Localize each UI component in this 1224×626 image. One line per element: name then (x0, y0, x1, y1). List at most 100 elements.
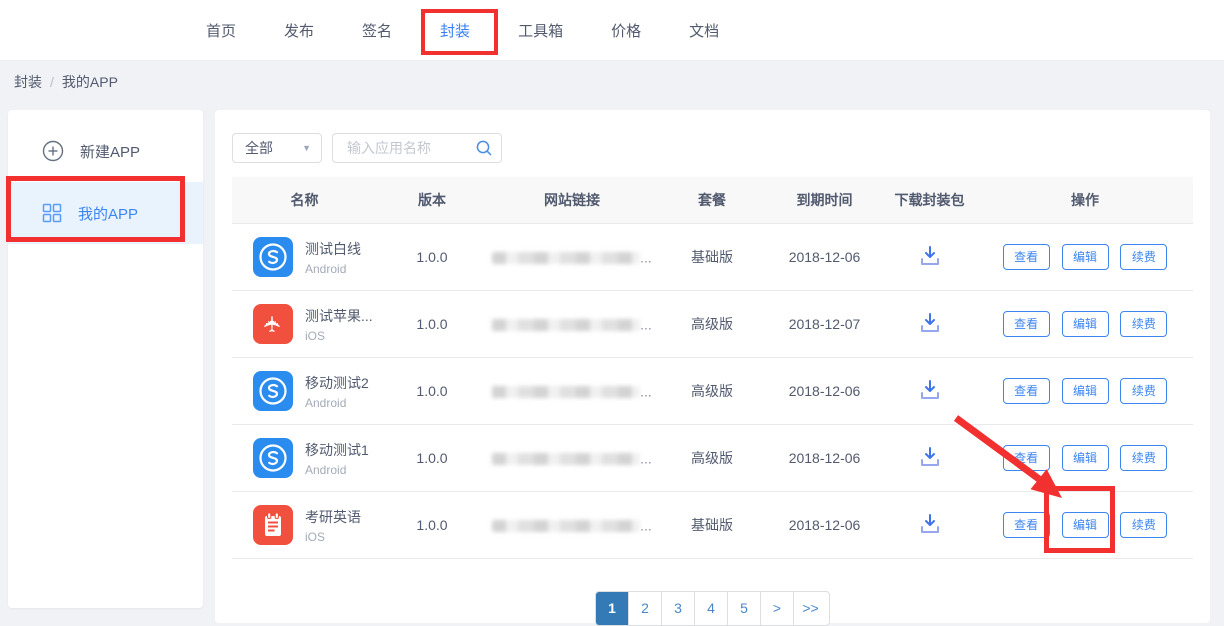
s-swirl-app-icon (253, 237, 293, 277)
edit-button[interactable]: 编辑 (1062, 378, 1109, 404)
nav-item-publish[interactable]: 发布 (284, 20, 314, 41)
blurred-link (492, 386, 640, 398)
app-version: 1.0.0 (377, 249, 487, 265)
plus-circle-icon (42, 140, 64, 162)
notepad-app-icon (253, 505, 293, 545)
table-row: 考研英语iOS 1.0.0 ... 基础版 2018-12-06 查看 编辑 续… (232, 492, 1193, 559)
blurred-link (492, 252, 640, 264)
nav-item-docs[interactable]: 文档 (689, 20, 719, 41)
breadcrumb: 封装/我的APP (14, 72, 118, 92)
nav-item-home[interactable]: 首页 (206, 20, 236, 41)
search-box (332, 133, 502, 163)
app-platform: Android (305, 463, 369, 477)
page-2[interactable]: 2 (629, 592, 662, 625)
plan: 高级版 (657, 448, 767, 468)
col-header-link: 网站链接 (487, 190, 657, 210)
chevron-down-icon: ▼ (302, 143, 311, 153)
view-button[interactable]: 查看 (1003, 512, 1050, 538)
col-header-name: 名称 (232, 190, 377, 210)
expiry-date: 2018-12-07 (767, 316, 882, 332)
view-button[interactable]: 查看 (1003, 378, 1050, 404)
page-1[interactable]: 1 (596, 592, 629, 625)
blurred-link (492, 453, 640, 465)
expiry-date: 2018-12-06 (767, 383, 882, 399)
expiry-date: 2018-12-06 (767, 450, 882, 466)
page-3[interactable]: 3 (662, 592, 695, 625)
nav-item-price[interactable]: 价格 (611, 20, 641, 41)
col-header-version: 版本 (377, 190, 487, 210)
download-icon[interactable] (917, 511, 943, 540)
last-page-button[interactable]: >> (794, 592, 827, 625)
app-platform: Android (305, 396, 369, 410)
table-row: 移动测试2Android 1.0.0 ... 高级版 2018-12-06 查看… (232, 358, 1193, 425)
next-page-button[interactable]: > (761, 592, 794, 625)
page-5[interactable]: 5 (728, 592, 761, 625)
s-swirl-app-icon (253, 371, 293, 411)
s-swirl-app-icon (253, 438, 293, 478)
edit-button[interactable]: 编辑 (1062, 445, 1109, 471)
search-input[interactable] (345, 139, 475, 157)
airplane-app-icon: ✈ (253, 304, 293, 344)
edit-button[interactable]: 编辑 (1062, 244, 1109, 270)
app-version: 1.0.0 (377, 383, 487, 399)
app-name: 测试苹果... (305, 306, 373, 326)
plan: 高级版 (657, 314, 767, 334)
website-link-cell: ... (487, 248, 657, 265)
table-row: ✈ 测试苹果...iOS 1.0.0 ... 高级版 2018-12-07 查看… (232, 291, 1193, 358)
app-platform: iOS (305, 530, 361, 544)
edit-button[interactable]: 编辑 (1062, 311, 1109, 337)
plan: 基础版 (657, 247, 767, 267)
app-name: 移动测试2 (305, 373, 369, 393)
page-4[interactable]: 4 (695, 592, 728, 625)
view-button[interactable]: 查看 (1003, 445, 1050, 471)
app-name: 移动测试1 (305, 440, 369, 460)
main-panel: 全部 ▼ 名称 版本 网站链接 套餐 到期时间 下载封装包 操作 测试 (215, 110, 1210, 623)
app-version: 1.0.0 (377, 517, 487, 533)
view-button[interactable]: 查看 (1003, 311, 1050, 337)
app-name: 考研英语 (305, 507, 361, 527)
app-name: 测试白线 (305, 239, 361, 259)
nav-item-toolbox[interactable]: 工具箱 (518, 20, 563, 41)
breadcrumb-package[interactable]: 封装 (14, 74, 42, 90)
download-icon[interactable] (917, 310, 943, 339)
col-header-actions: 操作 (977, 190, 1193, 210)
top-nav-bar: 首页 发布 签名 封装 工具箱 价格 文档 (0, 0, 1224, 61)
category-select-value: 全部 (245, 138, 273, 158)
nav-item-package[interactable]: 封装 (440, 20, 470, 41)
renew-button[interactable]: 续费 (1120, 311, 1167, 337)
table-header: 名称 版本 网站链接 套餐 到期时间 下载封装包 操作 (232, 177, 1193, 224)
website-link-cell: ... (487, 315, 657, 332)
nav-items: 首页 发布 签名 封装 工具箱 价格 文档 (206, 20, 719, 41)
download-icon[interactable] (917, 444, 943, 473)
edit-button-annotated[interactable]: 编辑 (1062, 512, 1109, 538)
website-link-cell: ... (487, 516, 657, 533)
app-platform: Android (305, 262, 361, 276)
sidebar-item-label: 新建APP (80, 141, 140, 162)
expiry-date: 2018-12-06 (767, 249, 882, 265)
website-link-cell: ... (487, 382, 657, 399)
renew-button[interactable]: 续费 (1120, 512, 1167, 538)
grid-icon (42, 203, 62, 223)
expiry-date: 2018-12-06 (767, 517, 882, 533)
search-icon[interactable] (475, 139, 493, 157)
sidebar-item-my-app[interactable]: 我的APP (8, 182, 203, 244)
view-button[interactable]: 查看 (1003, 244, 1050, 270)
renew-button[interactable]: 续费 (1120, 445, 1167, 471)
table-row: 移动测试1Android 1.0.0 ... 高级版 2018-12-06 查看… (232, 425, 1193, 492)
sidebar-item-label: 我的APP (78, 203, 138, 224)
pagination: 1 2 3 4 5 > >> (595, 591, 830, 626)
download-icon[interactable] (917, 377, 943, 406)
renew-button[interactable]: 续费 (1120, 378, 1167, 404)
col-header-expiry: 到期时间 (767, 190, 882, 210)
sidebar-item-new-app[interactable]: 新建APP (8, 120, 203, 182)
download-icon[interactable] (917, 243, 943, 272)
nav-item-sign[interactable]: 签名 (362, 20, 392, 41)
renew-button[interactable]: 续费 (1120, 244, 1167, 270)
category-select[interactable]: 全部 ▼ (232, 133, 322, 163)
filter-bar: 全部 ▼ (232, 133, 1193, 163)
app-version: 1.0.0 (377, 450, 487, 466)
active-tab-underline (434, 51, 476, 54)
breadcrumb-separator: / (50, 74, 54, 90)
app-platform: iOS (305, 329, 373, 343)
blurred-link (492, 319, 640, 331)
